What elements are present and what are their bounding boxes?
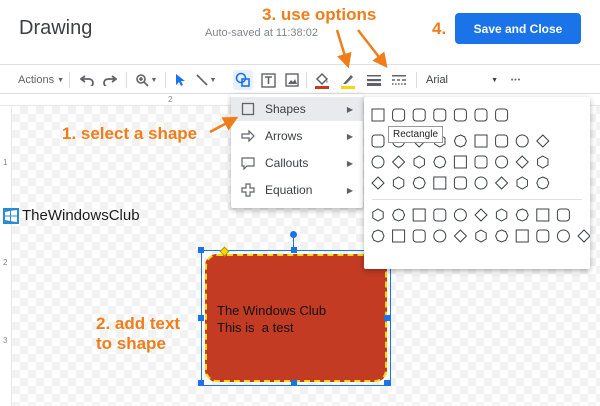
arrow-to-options bbox=[335, 29, 352, 69]
arrow-to-shapes bbox=[209, 116, 239, 134]
annotation-arrows bbox=[209, 29, 388, 134]
arrow-to-options bbox=[357, 29, 388, 68]
screenshot: Drawing Auto-saved at 11:38:02 Save and … bbox=[0, 0, 600, 406]
